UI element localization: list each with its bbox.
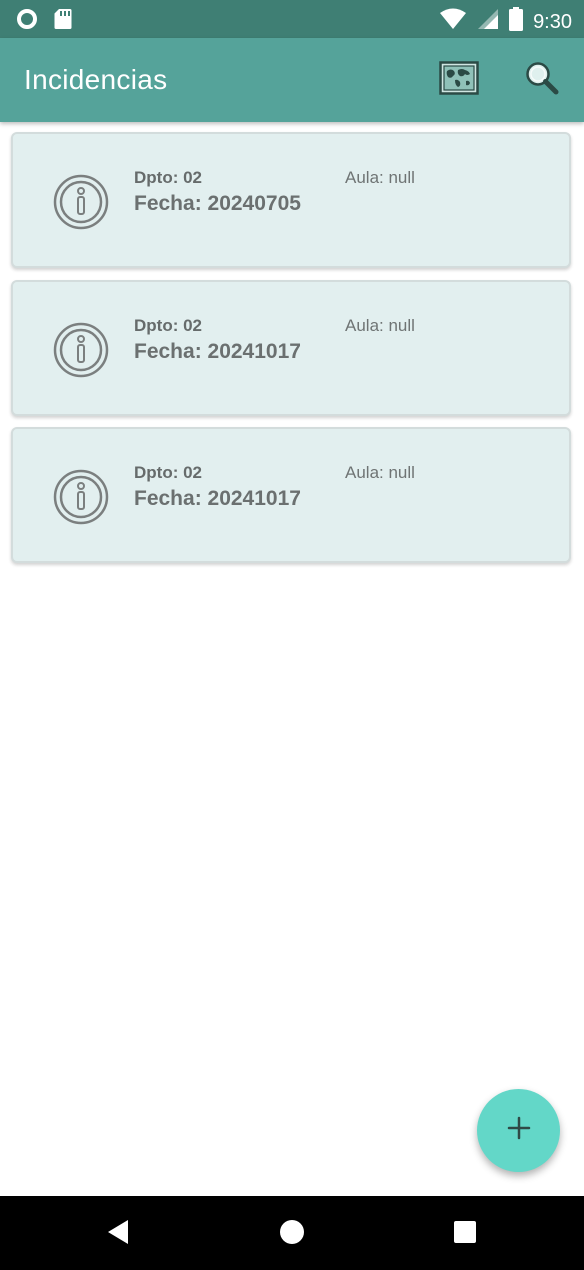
dpto-label: Dpto: 02 [134, 168, 202, 187]
recents-button[interactable] [447, 1216, 483, 1252]
status-right-icons: 9:30 [439, 7, 572, 36]
incidencia-card[interactable]: Dpto: 02 Aula: null Fecha: 20241017 [11, 427, 571, 563]
aula-label: Aula: null [345, 463, 415, 482]
add-incidencia-button[interactable] [477, 1089, 560, 1172]
fecha-label: Fecha: 20240705 [134, 192, 301, 215]
map-button[interactable] [437, 58, 481, 102]
home-button[interactable] [274, 1216, 310, 1252]
search-button[interactable] [520, 58, 564, 102]
back-button[interactable] [100, 1216, 136, 1252]
aula-label: Aula: null [345, 168, 415, 187]
incidencia-card[interactable]: Dpto: 02 Aula: null Fecha: 20241017 [11, 280, 571, 416]
page-title: Incidencias [24, 64, 168, 95]
map-icon [439, 60, 479, 100]
info-icon [53, 469, 109, 525]
incidencia-card[interactable]: Dpto: 02 Aula: null Fecha: 20240705 [11, 132, 571, 268]
dpto-label: Dpto: 02 [134, 463, 202, 482]
navigation-bar [0, 1196, 584, 1270]
signal-icon [477, 8, 499, 35]
aula-label: Aula: null [345, 316, 415, 335]
plus-icon [506, 1115, 532, 1146]
search-icon [524, 60, 560, 101]
wifi-icon [439, 8, 467, 35]
recents-icon [452, 1219, 478, 1250]
fecha-label: Fecha: 20241017 [134, 340, 301, 363]
battery-icon [509, 7, 524, 36]
status-time: 9:30 [533, 10, 572, 33]
status-bar: 9:30 [0, 0, 584, 38]
dpto-label: Dpto: 02 [134, 316, 202, 335]
sd-card-icon [54, 8, 72, 35]
status-left-icons [16, 8, 72, 35]
info-icon [53, 322, 109, 378]
circle-notification-icon [16, 8, 38, 35]
app-bar: Incidencias [0, 38, 584, 122]
info-icon [53, 174, 109, 230]
fecha-label: Fecha: 20241017 [134, 487, 301, 510]
home-icon [278, 1218, 306, 1251]
back-icon [105, 1218, 131, 1251]
